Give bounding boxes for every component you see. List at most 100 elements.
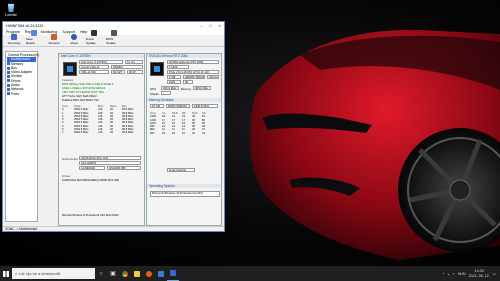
drive-entry: SAMSUNG MZVLB512HBJQ-00000 [512 GB] (62, 178, 119, 182)
audio-icon (7, 83, 10, 87)
summary-button[interactable]: Summary (6, 34, 22, 45)
start-button[interactable] (0, 266, 12, 281)
minimize-icon[interactable]: – (197, 23, 206, 28)
driver-icon (91, 30, 97, 36)
sensors-button[interactable]: Sensors (46, 34, 62, 45)
cortana-icon[interactable]: ○ (95, 266, 107, 281)
os-entry: Microsoft Windows 10 Professional (x64) … (62, 214, 119, 217)
chrome-icon[interactable] (119, 266, 131, 281)
mem-mode-field: Dual-Channel (167, 168, 195, 172)
sensors-label: Sensors (48, 41, 60, 45)
drive-icon (7, 79, 10, 83)
gpu-panel: NVIDIA GeForce RTX 2060 NVIDIA GeForce R… (146, 53, 222, 226)
bios-update-label: BIOS Update (106, 37, 116, 45)
cpu-node-field: 14 nm (125, 60, 143, 64)
about-button[interactable]: About (66, 34, 82, 45)
sensors-icon (51, 34, 57, 40)
tree-item-ports[interactable]: Ports (7, 92, 36, 96)
motherboard-label: Motherboard (62, 157, 78, 161)
cpu-cores-field: 6C/12T (111, 70, 125, 74)
recycle-bin-label: Lomtár (5, 13, 17, 17)
chip-icon (111, 30, 117, 36)
bios-update-button[interactable]: BIOS Update (106, 30, 122, 45)
bios-version-field: G513QR.305 (107, 166, 141, 170)
table-row: 7 2594.5 MHz x26 26 99.8 MHz (62, 131, 134, 135)
summary-label: Summary (7, 41, 21, 45)
volume-icon[interactable]: ◖ (453, 272, 455, 276)
info-icon (71, 34, 77, 40)
cpu-name-field: Intel Core i7-10750H (79, 60, 123, 64)
gpu-chip-icon (150, 62, 164, 76)
ports-icon (7, 92, 10, 96)
driver-update-label: Driver Update (86, 37, 96, 45)
gpu-shader-field: - (161, 91, 171, 95)
system-tray: ^ ◒ ◖ HUN 14:33 2021. 06. 12. ▭ (443, 269, 500, 277)
gpu-memtype-field: GDDR6 SDRAM (183, 75, 205, 79)
search-icon: ⌕ (15, 271, 18, 276)
cpu-sspec-field: SRH8Q (111, 65, 143, 69)
search-placeholder: Ide írja be a keresendő (19, 271, 61, 276)
memory-icon (7, 62, 10, 66)
driver-update-button[interactable]: Driver Update (86, 30, 102, 45)
language-indicator[interactable]: HUN (458, 272, 466, 276)
file-explorer-icon[interactable] (131, 266, 143, 281)
windows-logo-icon (3, 270, 9, 277)
gpu-header: NVIDIA GeForce RTX 2060 (147, 54, 221, 58)
gpu-bus-field: 192-bit (207, 75, 219, 79)
save-icon (31, 30, 37, 36)
tray-arrow-icon[interactable]: ^ (443, 272, 445, 276)
search-box[interactable]: ⌕ Ide írja be a keresendő (12, 268, 95, 279)
tree-label: Ports (11, 91, 19, 96)
memory-timing-table: Freq CL RCD RP RAS RC 1333 19 19 19 43 62 1200 17 17… (150, 112, 220, 135)
gpu-icon (7, 70, 10, 74)
cpu-codename-field: Comet Lake-H (79, 65, 109, 69)
maximize-icon[interactable]: □ (206, 23, 215, 28)
gpu-rops-field: 48 (183, 80, 193, 84)
chipset-field: Intel HM470 (79, 161, 141, 165)
cpu-chip-icon (63, 62, 77, 76)
summary-icon (11, 34, 17, 40)
os-header: Operating System (147, 184, 221, 188)
mem-type-field: DDR4 SDRAM (166, 104, 190, 108)
recycle-bin-icon[interactable]: Lomtár (3, 3, 19, 17)
gpu-chip-field: TU106 (167, 65, 189, 69)
notification-icon[interactable]: ▭ (493, 272, 496, 276)
taskbar: ⌕ Ide írja be a keresendő ○ ▣ ^ ◒ ◖ HUN 1… (0, 266, 500, 281)
status-bar: CDMC -> Motherboard (3, 226, 224, 231)
close-icon[interactable]: × (215, 23, 224, 28)
store-icon[interactable] (155, 266, 167, 281)
gpu-clock-field: 300.0 MHz (161, 86, 179, 90)
network-icon[interactable]: ◒ (447, 272, 449, 276)
gpu-memclock-field: 405.0 MHz (193, 86, 211, 90)
task-view-icon[interactable]: ▣ (107, 266, 119, 281)
board-icon (7, 57, 10, 61)
gpu-pcie-field: PCIe v3.0 x16 (8.0 GT/s) @ x16 (167, 70, 219, 74)
save-report-button[interactable]: Save Report (26, 30, 42, 45)
table-row: 667 10 10 10 22 31 (150, 131, 205, 135)
os-field: Microsoft Windows 10 Professional (x64) (150, 191, 220, 197)
hwinfo-taskbar-icon[interactable] (167, 266, 179, 281)
save-report-label: Save Report (26, 37, 36, 45)
cpu-panel: Intel Core i7-10750H Intel Core i7-10750… (58, 53, 145, 226)
gpu-clock-label-gpu: GPU (150, 87, 157, 91)
firefox-icon[interactable] (143, 266, 155, 281)
window-titlebar[interactable]: HWiNFO64 v6.24-4120 – □ × (3, 22, 224, 29)
mem-total-field: 16 GB (150, 104, 164, 108)
bus-icon (7, 66, 10, 70)
gpu-clock-label-memory: Memory (181, 87, 192, 91)
cpu-stepping-field: CML-H (R1) (79, 70, 109, 74)
network-icon (7, 88, 10, 92)
cpu-header: Intel Core i7-10750H (59, 54, 144, 58)
clock[interactable]: 14:33 2021. 06. 12. (469, 269, 490, 277)
gpu-clock-label-shader: Shader (150, 92, 160, 96)
about-label: About (70, 41, 78, 45)
recycle-bin-glyph (7, 3, 15, 12)
window-title: HWiNFO64 v6.24-4120 (6, 23, 44, 28)
mem-speed-field: 1330.8 MHz (192, 104, 218, 108)
gpu-name-field: NVIDIA GeForce RTX 2060 (167, 60, 219, 64)
gpu-shaders-field: 1920 (167, 80, 181, 84)
features-list-5: RdRand MPX ADX BMI2 TSX (62, 98, 99, 102)
gpu-vram-field: 6 GB (167, 75, 181, 79)
cpu-clock-table: Core Clock Mult Ratio Bus 0 2594.5 MHz x26 26 99… (62, 105, 142, 135)
cpu-tdp-field: 45 W (127, 70, 143, 74)
